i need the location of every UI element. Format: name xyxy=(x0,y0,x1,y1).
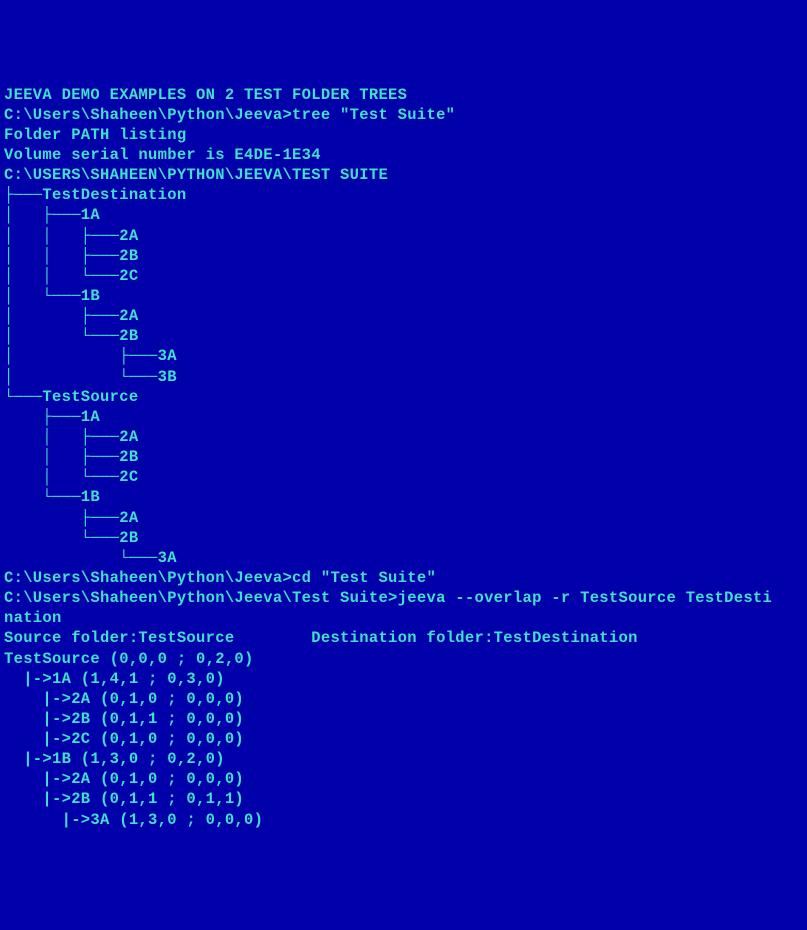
terminal-line: |->1B (1,3,0 ; 0,2,0) xyxy=(4,749,803,769)
terminal-line: C:\Users\Shaheen\Python\Jeeva>cd "Test S… xyxy=(4,568,803,588)
terminal-line: └───2B xyxy=(4,528,803,548)
terminal-line: C:\Users\Shaheen\Python\Jeeva\Test Suite… xyxy=(4,588,803,608)
terminal-line: └───3A xyxy=(4,548,803,568)
terminal-line: nation xyxy=(4,608,803,628)
terminal-line: │ ├───2A xyxy=(4,306,803,326)
terminal-line: Folder PATH listing xyxy=(4,125,803,145)
terminal-line: │ ├───3A xyxy=(4,346,803,366)
terminal-line: JEEVA DEMO EXAMPLES ON 2 TEST FOLDER TRE… xyxy=(4,85,803,105)
terminal-line: │ │ ├───2B xyxy=(4,246,803,266)
terminal-line: └───TestSource xyxy=(4,387,803,407)
terminal-line: │ ├───2B xyxy=(4,447,803,467)
terminal-line: Source folder:TestSource Destination fol… xyxy=(4,628,803,648)
terminal-line: |->2B (0,1,1 ; 0,1,1) xyxy=(4,789,803,809)
terminal-line: ├───TestDestination xyxy=(4,185,803,205)
terminal-line: │ │ └───2C xyxy=(4,266,803,286)
terminal-line: |->2A (0,1,0 ; 0,0,0) xyxy=(4,769,803,789)
terminal-line: C:\Users\Shaheen\Python\Jeeva>tree "Test… xyxy=(4,105,803,125)
terminal-line: │ ├───2A xyxy=(4,427,803,447)
terminal-line: │ └───1B xyxy=(4,286,803,306)
terminal-line: │ ├───1A xyxy=(4,205,803,225)
terminal-line: |->2A (0,1,0 ; 0,0,0) xyxy=(4,689,803,709)
terminal-line: │ └───2C xyxy=(4,467,803,487)
terminal-line: │ │ ├───2A xyxy=(4,226,803,246)
terminal-line: TestSource (0,0,0 ; 0,2,0) xyxy=(4,649,803,669)
terminal-line: Volume serial number is E4DE-1E34 xyxy=(4,145,803,165)
terminal-line: │ └───3B xyxy=(4,367,803,387)
terminal-line: └───1B xyxy=(4,487,803,507)
terminal-line: ├───1A xyxy=(4,407,803,427)
terminal-output[interactable]: JEEVA DEMO EXAMPLES ON 2 TEST FOLDER TRE… xyxy=(4,85,803,830)
terminal-line: |->2C (0,1,0 ; 0,0,0) xyxy=(4,729,803,749)
terminal-line: ├───2A xyxy=(4,508,803,528)
terminal-line: |->3A (1,3,0 ; 0,0,0) xyxy=(4,810,803,830)
terminal-line: |->2B (0,1,1 ; 0,0,0) xyxy=(4,709,803,729)
terminal-line: C:\USERS\SHAHEEN\PYTHON\JEEVA\TEST SUITE xyxy=(4,165,803,185)
terminal-line: │ └───2B xyxy=(4,326,803,346)
terminal-line: |->1A (1,4,1 ; 0,3,0) xyxy=(4,669,803,689)
